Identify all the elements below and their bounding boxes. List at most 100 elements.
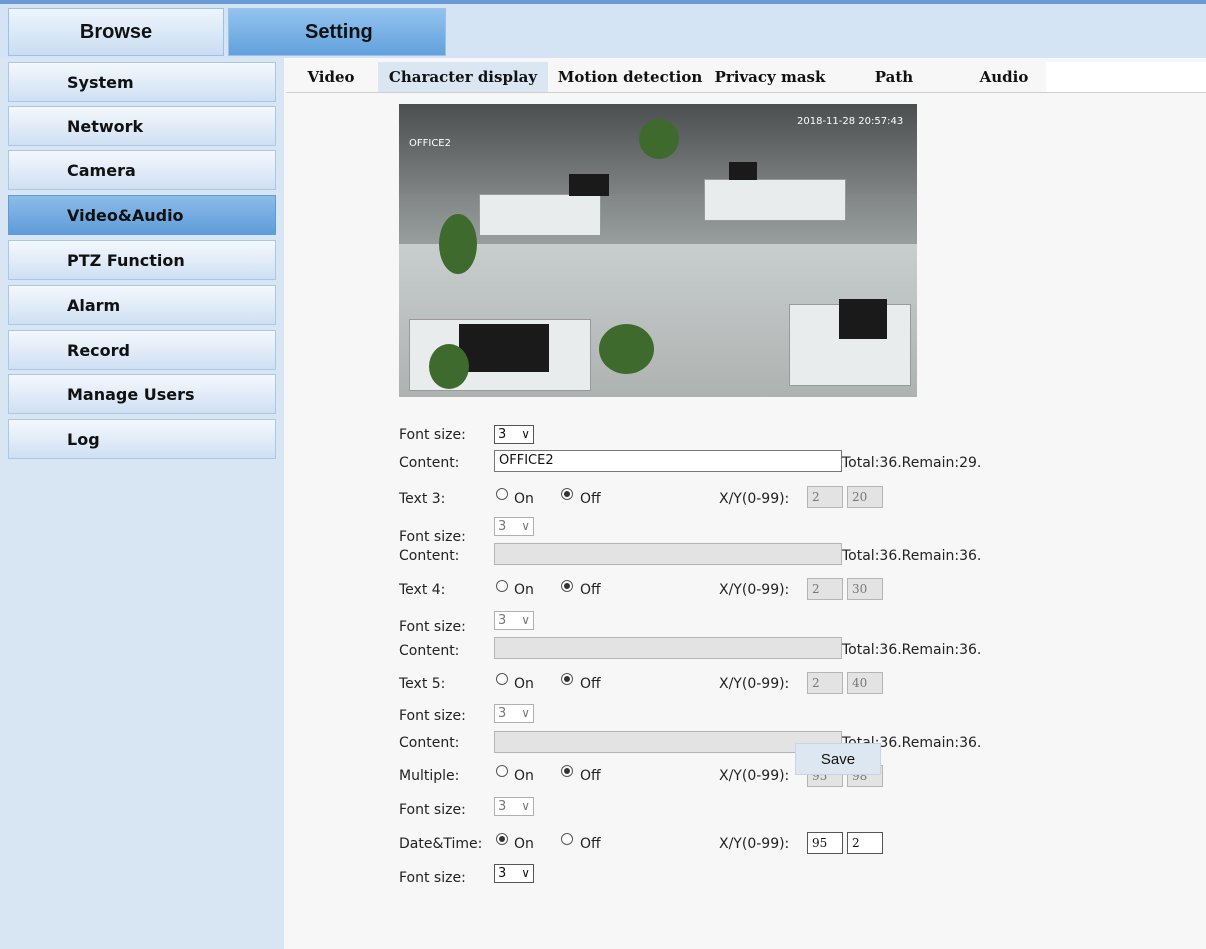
sidebar-item-ptz-function[interactable]: PTZ Function <box>8 240 276 280</box>
tab-privacy-mask[interactable]: Privacy mask <box>712 62 828 92</box>
xy-label: X/Y(0-99): <box>719 676 790 692</box>
on-label: On <box>514 836 534 852</box>
text3-off-radio[interactable] <box>561 488 573 500</box>
tab-character-display[interactable]: Character display <box>378 62 548 92</box>
font-size-label: Font size: <box>399 529 466 545</box>
on-label: On <box>514 676 534 692</box>
text2-font-size-select[interactable]: 3 ∨ <box>494 425 534 444</box>
content-label: Content: <box>399 548 460 564</box>
on-label: On <box>514 491 534 507</box>
off-label: Off <box>580 768 601 784</box>
preview-desk <box>704 179 846 221</box>
sidebar-item-manage-users[interactable]: Manage Users <box>8 374 276 414</box>
off-label: Off <box>580 836 601 852</box>
text5-content-input[interactable] <box>494 731 842 753</box>
sidebar-item-network[interactable]: Network <box>8 106 276 146</box>
text3-content-input[interactable] <box>494 543 842 565</box>
xy-label: X/Y(0-99): <box>719 768 790 784</box>
text5-font-size-select[interactable]: 3 ∨ <box>494 704 534 723</box>
tab-setting[interactable]: Setting <box>228 8 446 56</box>
datetime-label: Date&Time: <box>399 836 483 852</box>
preview-plant <box>599 324 654 374</box>
content-label: Content: <box>399 455 460 471</box>
datetime-y-input[interactable]: 2 <box>847 832 883 854</box>
font-size-label: Font size: <box>399 427 466 443</box>
preview-plant <box>639 119 679 159</box>
chevron-down-icon: ∨ <box>521 519 530 533</box>
tab-audio[interactable]: Audio <box>954 62 1054 92</box>
sidebar-item-video-audio[interactable]: Video&Audio <box>8 195 276 235</box>
font-size-label: Font size: <box>399 870 466 886</box>
multiple-font-size-select[interactable]: 3 ∨ <box>494 797 534 816</box>
font-size-label: Font size: <box>399 708 466 724</box>
chevron-down-icon: ∨ <box>521 427 530 441</box>
xy-label: X/Y(0-99): <box>719 582 790 598</box>
sidebar-item-record[interactable]: Record <box>8 330 276 370</box>
off-label: Off <box>580 491 601 507</box>
font-size-label: Font size: <box>399 619 466 635</box>
text2-total-remain: Total:36.Remain:29. <box>842 455 982 471</box>
chevron-down-icon: ∨ <box>521 706 530 720</box>
text5-y-input[interactable]: 40 <box>847 672 883 694</box>
text4-total-remain: Total:36.Remain:36. <box>842 642 982 658</box>
text5-on-radio[interactable] <box>496 673 508 685</box>
sidebar <box>0 58 284 949</box>
preview-monitor <box>839 299 887 339</box>
text3-label: Text 3: <box>399 491 446 507</box>
preview-plant <box>439 214 477 274</box>
font-size-label: Font size: <box>399 802 466 818</box>
preview-monitor <box>729 162 757 180</box>
text3-on-radio[interactable] <box>496 488 508 500</box>
text3-x-input[interactable]: 2 <box>807 486 843 508</box>
text4-label: Text 4: <box>399 582 446 598</box>
text4-off-radio[interactable] <box>561 580 573 592</box>
text4-font-size-select[interactable]: 3 ∨ <box>494 611 534 630</box>
text4-y-input[interactable]: 30 <box>847 578 883 600</box>
tab-filler <box>1046 62 1206 92</box>
sidebar-item-camera[interactable]: Camera <box>8 150 276 190</box>
chevron-down-icon: ∨ <box>521 613 530 627</box>
camera-preview: OFFICE2 2018-11-28 20:57:43 <box>399 104 917 397</box>
sidebar-item-system[interactable]: System <box>8 62 276 102</box>
off-label: Off <box>580 676 601 692</box>
datetime-on-radio[interactable] <box>496 833 508 845</box>
xy-label: X/Y(0-99): <box>719 836 790 852</box>
preview-monitor <box>459 324 549 372</box>
text3-y-input[interactable]: 20 <box>847 486 883 508</box>
datetime-x-input[interactable]: 95 <box>807 832 843 854</box>
text2-content-input[interactable]: OFFICE2 <box>494 450 842 472</box>
text3-font-size-select[interactable]: 3 ∨ <box>494 517 534 536</box>
sidebar-item-log[interactable]: Log <box>8 419 276 459</box>
text5-x-input[interactable]: 2 <box>807 672 843 694</box>
text4-content-input[interactable] <box>494 637 842 659</box>
text4-on-radio[interactable] <box>496 580 508 592</box>
content-label: Content: <box>399 735 460 751</box>
tab-browse[interactable]: Browse <box>8 8 224 56</box>
text4-x-input[interactable]: 2 <box>807 578 843 600</box>
preview-monitor <box>569 174 609 196</box>
text5-off-radio[interactable] <box>561 673 573 685</box>
off-label: Off <box>580 582 601 598</box>
on-label: On <box>514 768 534 784</box>
save-button[interactable]: Save <box>795 743 881 775</box>
overlay-datetime-text: 2018-11-28 20:57:43 <box>797 116 904 127</box>
overlay-name-text: OFFICE2 <box>409 138 451 149</box>
subtab-bar: Video Character display Motion detection… <box>286 62 1206 93</box>
xy-label: X/Y(0-99): <box>719 491 790 507</box>
chevron-down-icon: ∨ <box>521 799 530 813</box>
multiple-label: Multiple: <box>399 768 460 784</box>
tab-motion-detection[interactable]: Motion detection <box>552 62 708 92</box>
preview-desk <box>479 194 601 236</box>
datetime-off-radio[interactable] <box>561 833 573 845</box>
content-label: Content: <box>399 643 460 659</box>
text5-label: Text 5: <box>399 676 446 692</box>
preview-plant <box>429 344 469 389</box>
on-label: On <box>514 582 534 598</box>
datetime-font-size-select[interactable]: 3 ∨ <box>494 864 534 883</box>
multiple-off-radio[interactable] <box>561 765 573 777</box>
text3-total-remain: Total:36.Remain:36. <box>842 548 982 564</box>
tab-path[interactable]: Path <box>842 62 946 92</box>
tab-video[interactable]: Video <box>286 62 376 92</box>
multiple-on-radio[interactable] <box>496 765 508 777</box>
sidebar-item-alarm[interactable]: Alarm <box>8 285 276 325</box>
